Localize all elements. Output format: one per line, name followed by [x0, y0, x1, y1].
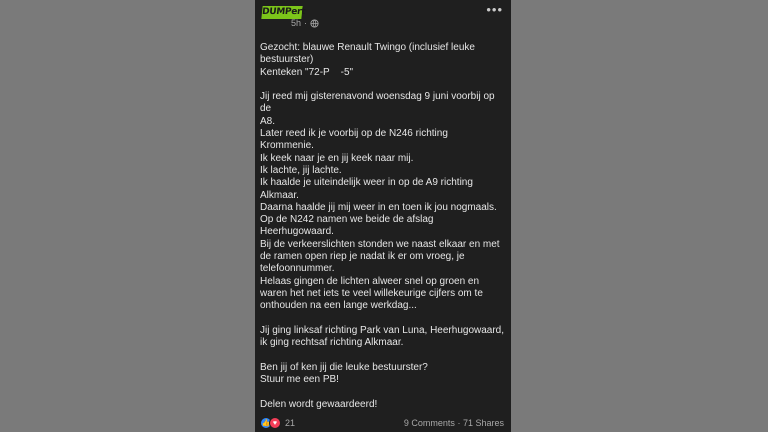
post-line: onthouden na een lange werkdag... [260, 300, 417, 312]
post-line: bestuurster) [260, 54, 314, 66]
post-line: Later reed ik je voorbij op de N246 rich… [260, 128, 448, 140]
post-line: Ik lachte, jij lachte. [260, 164, 342, 176]
comments-link[interactable]: 9 Comments [404, 418, 455, 428]
facebook-post: DUMPert 5h · ••• Gezocht: blauwe Renault… [255, 0, 511, 432]
post-line [260, 79, 507, 91]
post-line: telefoonnummer. [260, 263, 335, 275]
post-line: Krommenie. [260, 140, 314, 152]
post-line: Bij de verkeerslichten stonden we naast … [260, 238, 500, 250]
post-line: Ik keek naar je en jij keek naar mij. [260, 152, 414, 164]
post-line: Ben jij of ken jij die leuke bestuurster… [260, 361, 428, 373]
post-line: Helaas gingen de lichten alweer snel op … [260, 275, 480, 287]
engagement-counts: 9 Comments · 71 Shares [404, 418, 504, 428]
separator: · [457, 418, 461, 428]
post-line [260, 313, 507, 325]
post-time[interactable]: 5h [291, 18, 301, 28]
post-line: Kenteken "72-P -5" [260, 66, 354, 78]
post-line: ik ging rechtsaf richting Alkmaar. [260, 337, 404, 349]
reactions[interactable]: 👍 ♥ 21 [260, 417, 295, 429]
post-line: Op de N242 namen we beide de afslag [260, 214, 434, 226]
post-line: Daarna haalde jij mij weer in en toen ik… [260, 201, 497, 213]
post-line: waren het net iets te veel willekeurige … [260, 287, 483, 299]
shares-link[interactable]: 71 Shares [463, 418, 504, 428]
post-line: Jij ging linksaf richting Park van Luna,… [260, 324, 505, 336]
post-line: Jij reed mij gisterenavond woensdag 9 ju… [260, 91, 498, 115]
post-meta: 5h · [291, 18, 319, 28]
post-line [260, 349, 507, 361]
post-line: A8. [260, 115, 276, 127]
post-line [260, 386, 507, 398]
post-line: Gezocht: blauwe Renault Twingo (inclusie… [260, 42, 475, 53]
globe-icon [310, 18, 319, 28]
post-line: Delen wordt gewaardeerd! [260, 398, 378, 410]
post-line: Alkmaar. [260, 189, 299, 201]
post-line: Ik haalde je uiteindelijk weer in op de … [260, 177, 473, 189]
post-footer: 👍 ♥ 21 9 Comments · 71 Shares [255, 415, 511, 432]
post-text: Gezocht: blauwe Renault Twingo (inclusie… [260, 42, 507, 411]
post-line: Stuur me een PB! [260, 374, 339, 386]
post-line: de ramen open riep je nadat ik er om vro… [260, 251, 465, 263]
post-line: Heerhugowaard. [260, 226, 334, 238]
love-reaction-icon: ♥ [269, 417, 281, 429]
more-options-icon[interactable]: ••• [486, 3, 503, 17]
reaction-count: 21 [285, 418, 296, 428]
